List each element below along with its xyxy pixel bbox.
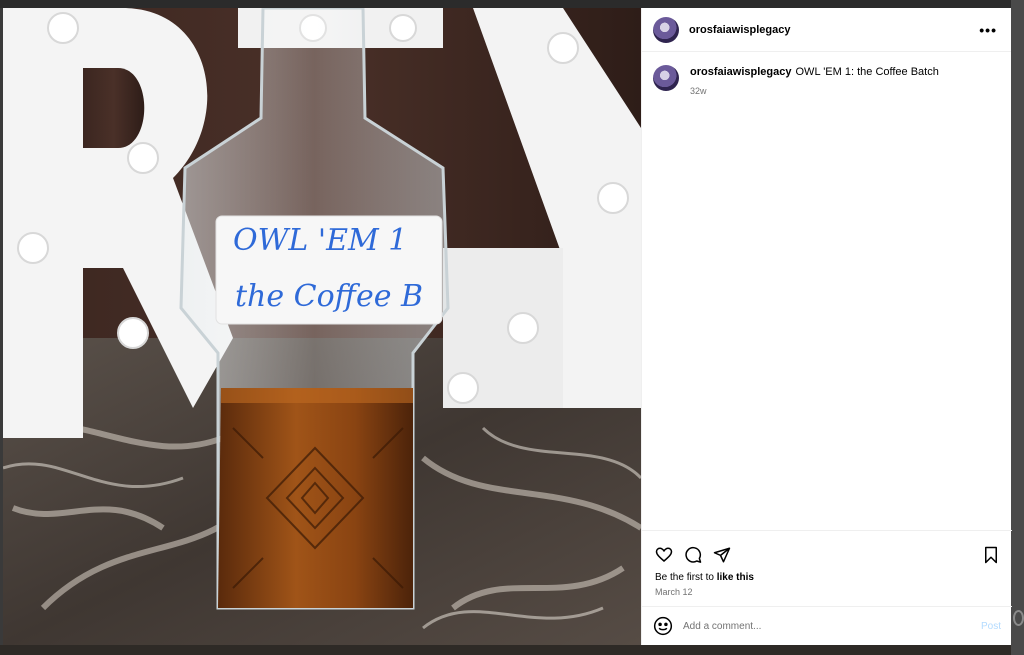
post-modal: OWL 'EM 1 the Coffee B orosfaiawisplegac… (3, 8, 1012, 645)
caption-body: orosfaiawisplegacy OWL 'EM 1: the Coffee … (690, 65, 939, 98)
comment-icon[interactable] (683, 545, 703, 565)
heart-icon[interactable] (654, 545, 674, 565)
action-icons-row (642, 531, 1012, 569)
likes-line: Be the first to like this (642, 569, 1012, 583)
backdrop-arrow-icon[interactable] (1013, 610, 1024, 626)
caption-username[interactable]: orosfaiawisplegacy (690, 66, 792, 78)
actions-area: Be the first to like this March 12 (642, 530, 1012, 597)
caption-avatar[interactable] (653, 65, 679, 91)
post-header: orosfaiawisplegacy ••• (642, 8, 1011, 52)
header-username[interactable]: orosfaiawisplegacy (689, 24, 791, 36)
comment-input[interactable] (683, 620, 971, 632)
bottle-label-line1: OWL 'EM 1 (233, 223, 407, 258)
backdrop-top (0, 0, 1024, 8)
post-photo[interactable]: OWL 'EM 1 the Coffee B (3, 8, 641, 645)
bottle-label-line2: the Coffee B (235, 279, 423, 314)
post-side-panel: orosfaiawisplegacy ••• orosfaiawisplegac… (641, 8, 1012, 645)
comments-area: orosfaiawisplegacy OWL 'EM 1: the Coffee … (642, 52, 1011, 530)
post-button[interactable]: Post (981, 621, 1001, 632)
avatar[interactable] (653, 16, 679, 43)
caption-timestamp[interactable]: 32w (690, 84, 939, 98)
emoji-icon[interactable] (653, 616, 673, 636)
share-icon[interactable] (712, 545, 732, 565)
caption-text: OWL 'EM 1: the Coffee Batch (795, 66, 939, 78)
more-horizontal-icon[interactable]: ••• (979, 22, 997, 38)
backdrop-bottom (0, 645, 1024, 655)
photo-illustration: OWL 'EM 1 the Coffee B (3, 8, 641, 645)
like-this-link[interactable]: like this (717, 572, 754, 583)
post-date[interactable]: March 12 (642, 583, 1012, 597)
caption-row: orosfaiawisplegacy OWL 'EM 1: the Coffee … (653, 65, 1000, 98)
backdrop-right[interactable] (1011, 0, 1024, 655)
bookmark-icon[interactable] (981, 545, 1001, 565)
comment-box: Post (642, 606, 1012, 645)
likes-prefix: Be the first to (655, 572, 717, 583)
